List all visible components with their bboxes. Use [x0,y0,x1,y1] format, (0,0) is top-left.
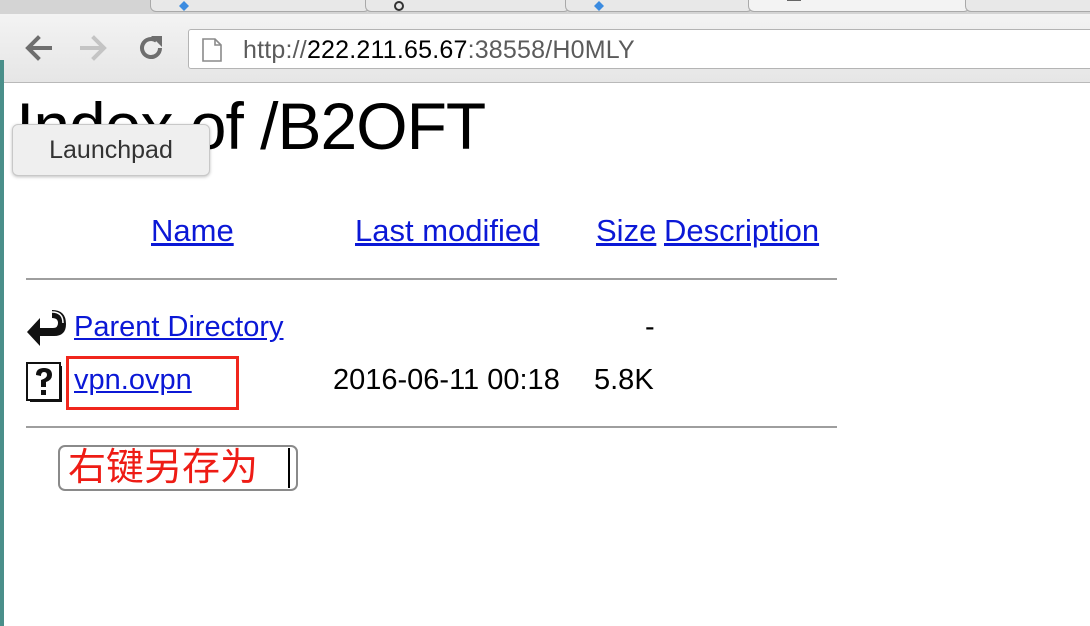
sort-by-size-link[interactable]: Size [596,210,656,252]
tab-favicon-icon [594,1,604,11]
text-cursor [288,448,290,488]
arrow-right-icon [80,35,107,61]
back-arrow-icon [27,310,66,346]
url-text[interactable]: http://222.211.65.67:38558/H0MLY [243,35,635,65]
parent-size-value: - [645,311,655,343]
url-path: :38558/H0MLY [467,36,635,64]
header-divider [26,278,837,280]
tab-favicon-icon [394,1,404,11]
file-last-modified: 2016-06-11 00:18 [333,364,560,396]
footer-divider [26,426,837,428]
tab-favicon-icon [787,0,801,1]
url-scheme: http:// [243,36,307,64]
window-edge [0,60,4,626]
file-size: 5.8K [594,364,654,396]
address-bar[interactable]: http://222.211.65.67:38558/H0MLY [188,29,1090,69]
highlight-box [66,356,239,410]
tab-strip [0,0,1090,14]
forward-button[interactable] [78,32,110,64]
page-icon [202,38,222,62]
reload-button[interactable] [135,32,167,64]
browser-tab[interactable] [150,0,370,12]
launchpad-button[interactable]: Launchpad [12,124,210,176]
unknown-file-icon [26,362,62,402]
tab-favicon-icon [179,1,189,11]
back-button[interactable] [22,32,54,64]
annotation-text: 右键另存为 [68,445,259,489]
reload-icon [140,36,162,59]
browser-tab[interactable] [565,0,753,12]
parent-directory-link[interactable]: Parent Directory [74,307,284,347]
active-browser-tab[interactable] [748,0,970,12]
browser-tab[interactable] [365,0,570,12]
url-host: 222.211.65.67 [306,36,468,64]
sort-by-description-link[interactable]: Description [664,210,819,252]
browser-toolbar: http://222.211.65.67:38558/H0MLY [0,14,1090,83]
arrow-left-icon [25,35,52,61]
sort-by-last-modified-link[interactable]: Last modified [355,210,539,252]
sort-by-name-link[interactable]: Name [151,210,234,252]
browser-tab[interactable] [965,0,1090,12]
